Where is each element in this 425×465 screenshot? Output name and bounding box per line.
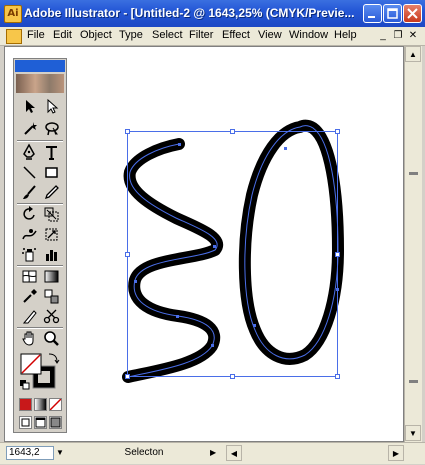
anchor-point — [134, 280, 137, 283]
handle-top-left — [125, 129, 130, 134]
slice-tool[interactable] — [20, 307, 39, 326]
magic-wand-icon — [24, 122, 37, 135]
scroll-right-arrow-icon[interactable]: ▶ — [388, 445, 404, 461]
rectangle-tool[interactable] — [42, 163, 61, 182]
status-field[interactable]: Selecton — [68, 446, 220, 460]
handle-bottom-middle — [230, 374, 235, 379]
anchor-point — [253, 324, 256, 327]
handle-top-right — [335, 129, 340, 134]
zoom-dropdown-arrow-icon[interactable]: ▼ — [54, 446, 66, 460]
warp-tool[interactable] — [20, 225, 39, 244]
zoom-level-field[interactable]: 1643,2 — [6, 446, 54, 460]
symbol-sprayer-tool[interactable] — [20, 245, 39, 264]
paintbrush-tool[interactable] — [20, 183, 39, 202]
direct-selection-tool[interactable] — [42, 97, 61, 116]
scissors-tool[interactable] — [42, 307, 61, 326]
scroll-down-arrow-icon[interactable]: ▼ — [405, 425, 421, 441]
type-tool[interactable] — [42, 143, 61, 162]
lasso-icon — [45, 122, 59, 136]
anchor-point — [213, 245, 216, 248]
scissors-icon — [43, 309, 60, 324]
handle-bottom-right — [335, 374, 340, 379]
blend-tool[interactable] — [42, 287, 61, 306]
bounding-box — [127, 131, 338, 377]
lasso-tool[interactable] — [42, 119, 61, 138]
warp-icon — [22, 229, 37, 240]
toolbox-title-bar[interactable] — [15, 60, 65, 72]
standard-screen-mode-button[interactable] — [19, 416, 32, 429]
mesh-tool[interactable] — [20, 267, 39, 286]
full-screen-menu-mode-button[interactable] — [34, 416, 47, 429]
selection-path-s — [127, 143, 218, 378]
handle-middle-left — [125, 252, 130, 257]
scroll-left-arrow-icon[interactable]: ◀ — [226, 445, 242, 461]
line-segment-tool[interactable] — [20, 163, 39, 182]
hand-icon — [22, 331, 34, 346]
magnifier-icon — [44, 331, 59, 346]
vertical-scroll-thumb[interactable] — [409, 172, 418, 175]
eyedropper-icon — [23, 289, 37, 303]
symbol-sprayer-icon — [22, 248, 36, 262]
color-mode-button[interactable] — [19, 398, 32, 411]
line-segment-icon — [23, 166, 36, 179]
vertical-scroll-marker — [409, 380, 418, 383]
anchor-point — [211, 344, 214, 347]
direct-selection-arrow-icon — [47, 98, 59, 114]
blend-icon — [44, 289, 59, 304]
pen-nib-icon — [23, 143, 35, 160]
resize-grip-icon[interactable] — [406, 445, 422, 461]
pencil-tool[interactable] — [42, 183, 61, 202]
scroll-up-arrow-icon[interactable]: ▲ — [405, 46, 421, 62]
handle-top-middle — [230, 129, 235, 134]
gradient-mode-button[interactable] — [34, 398, 47, 411]
rotate-tool[interactable] — [20, 205, 39, 224]
mesh-icon — [22, 270, 37, 283]
rectangle-icon — [45, 167, 58, 178]
selection-arrow-icon — [26, 100, 35, 113]
fill-stroke-selector[interactable] — [19, 352, 60, 392]
swap-fill-stroke-icon — [48, 353, 60, 364]
slice-knife-icon — [22, 310, 37, 324]
magic-wand-tool[interactable] — [20, 119, 39, 138]
free-transform-icon — [45, 228, 58, 241]
rotate-icon — [23, 206, 35, 220]
type-t-icon — [46, 146, 57, 160]
handle-bottom-left — [125, 374, 130, 379]
full-screen-mode-button[interactable] — [49, 416, 62, 429]
handle-middle-right — [335, 252, 340, 257]
status-bar: 1643,2 ▼ Selecton ▶ ◀ ▶ — [0, 442, 425, 464]
scale-icon — [44, 207, 59, 222]
zoom-tool[interactable] — [42, 329, 61, 348]
column-graph-icon — [46, 250, 57, 261]
anchor-point — [284, 147, 287, 150]
artwork-path-oval-shape — [238, 119, 344, 365]
selection-tool[interactable] — [20, 97, 39, 116]
paintbrush-icon — [23, 185, 36, 199]
bounding-box-handles — [125, 129, 340, 379]
toolbox-panel — [13, 58, 67, 433]
vertical-scrollbar[interactable]: ▲ ▼ — [404, 46, 422, 442]
status-dropdown-arrow-icon[interactable]: ▶ — [210, 446, 220, 460]
none-mode-button[interactable] — [49, 398, 62, 411]
toolbox-separator — [17, 140, 63, 142]
anchor-point — [176, 315, 179, 318]
anchor-point — [178, 143, 181, 146]
eyedropper-tool[interactable] — [20, 287, 39, 306]
gradient-icon — [44, 270, 59, 283]
gradient-tool[interactable] — [42, 267, 61, 286]
hand-tool[interactable] — [20, 329, 39, 348]
toolbox-logo-image[interactable] — [16, 74, 64, 93]
column-graph-tool[interactable] — [42, 245, 61, 264]
free-transform-tool[interactable] — [42, 225, 61, 244]
pencil-icon — [44, 185, 59, 200]
illustrator-window: Ai Adobe Illustrator - [Untitled-2 @ 164… — [0, 0, 425, 465]
scale-tool[interactable] — [42, 205, 61, 224]
pen-tool[interactable] — [20, 143, 39, 162]
